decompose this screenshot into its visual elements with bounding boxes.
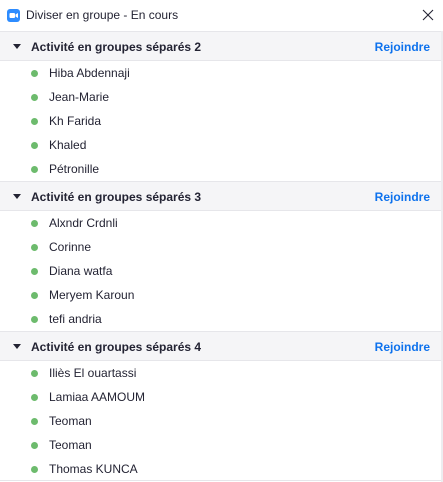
list-item: Corinne [0,235,441,259]
member-name: Meryem Karoun [49,288,135,302]
list-item: Jean-Marie [0,85,441,109]
list-item: Thomas KUNCA [0,457,441,481]
list-item: Pétronille [0,157,441,181]
member-name: Hiba Abdennaji [49,66,130,80]
divider [0,480,441,481]
list-item: tefi andria [0,307,441,331]
online-status-dot [31,418,38,425]
online-status-dot [31,268,38,275]
online-status-dot [31,394,38,401]
member-name: Lamiaa AAMOUM [49,390,146,404]
zoom-camera-icon [7,9,20,22]
online-status-dot [31,442,38,449]
online-status-dot [31,220,38,227]
group-header-4[interactable]: Activité en groupes séparés 4 Rejoindre [0,331,441,361]
chevron-down-icon[interactable] [13,344,21,350]
list-item: Meryem Karoun [0,283,441,307]
online-status-dot [31,244,38,251]
window-title: Diviser en groupe - En cours [26,8,179,22]
close-icon[interactable] [418,5,438,25]
online-status-dot [31,370,38,377]
member-name: Khaled [49,138,87,152]
group-header-2[interactable]: Activité en groupes séparés 2 Rejoindre [0,31,441,61]
group-title: Activité en groupes séparés 3 [31,190,202,204]
online-status-dot [31,292,38,299]
group-title: Activité en groupes séparés 4 [31,340,202,354]
join-button[interactable]: Rejoindre [375,340,430,354]
chevron-down-icon[interactable] [13,194,21,200]
online-status-dot [31,142,38,149]
member-name: Kh Farida [49,114,102,128]
member-name: tefi andria [49,312,102,326]
group-title: Activité en groupes séparés 2 [31,40,202,54]
list-item: Teoman [0,409,441,433]
list-item: Alxndr Crdnli [0,211,441,235]
member-name: Alxndr Crdnli [49,216,118,230]
member-name: Teoman [49,438,92,452]
list-item: Diana watfa [0,259,441,283]
member-name: Jean-Marie [49,90,110,104]
member-name: Pétronille [49,162,100,176]
list-item: Teoman [0,433,441,457]
member-name: Corinne [49,240,92,254]
list-item: Iliès El ouartassi [0,361,441,385]
member-name: Diana watfa [49,264,113,278]
member-name: Iliès El ouartassi [49,366,137,380]
join-button[interactable]: Rejoindre [375,190,430,204]
list-item: Hiba Abdennaji [0,61,441,85]
member-name: Teoman [49,414,92,428]
online-status-dot [31,118,38,125]
list-item: Khaled [0,133,441,157]
online-status-dot [31,316,38,323]
group-header-3[interactable]: Activité en groupes séparés 3 Rejoindre [0,181,441,211]
title-bar: Diviser en groupe - En cours [0,0,443,31]
online-status-dot [31,166,38,173]
list-item: Lamiaa AAMOUM [0,385,441,409]
online-status-dot [31,466,38,473]
online-status-dot [31,70,38,77]
member-name: Thomas KUNCA [49,462,138,476]
join-button[interactable]: Rejoindre [375,40,430,54]
online-status-dot [31,94,38,101]
chevron-down-icon[interactable] [13,44,21,50]
list-item: Kh Farida [0,109,441,133]
